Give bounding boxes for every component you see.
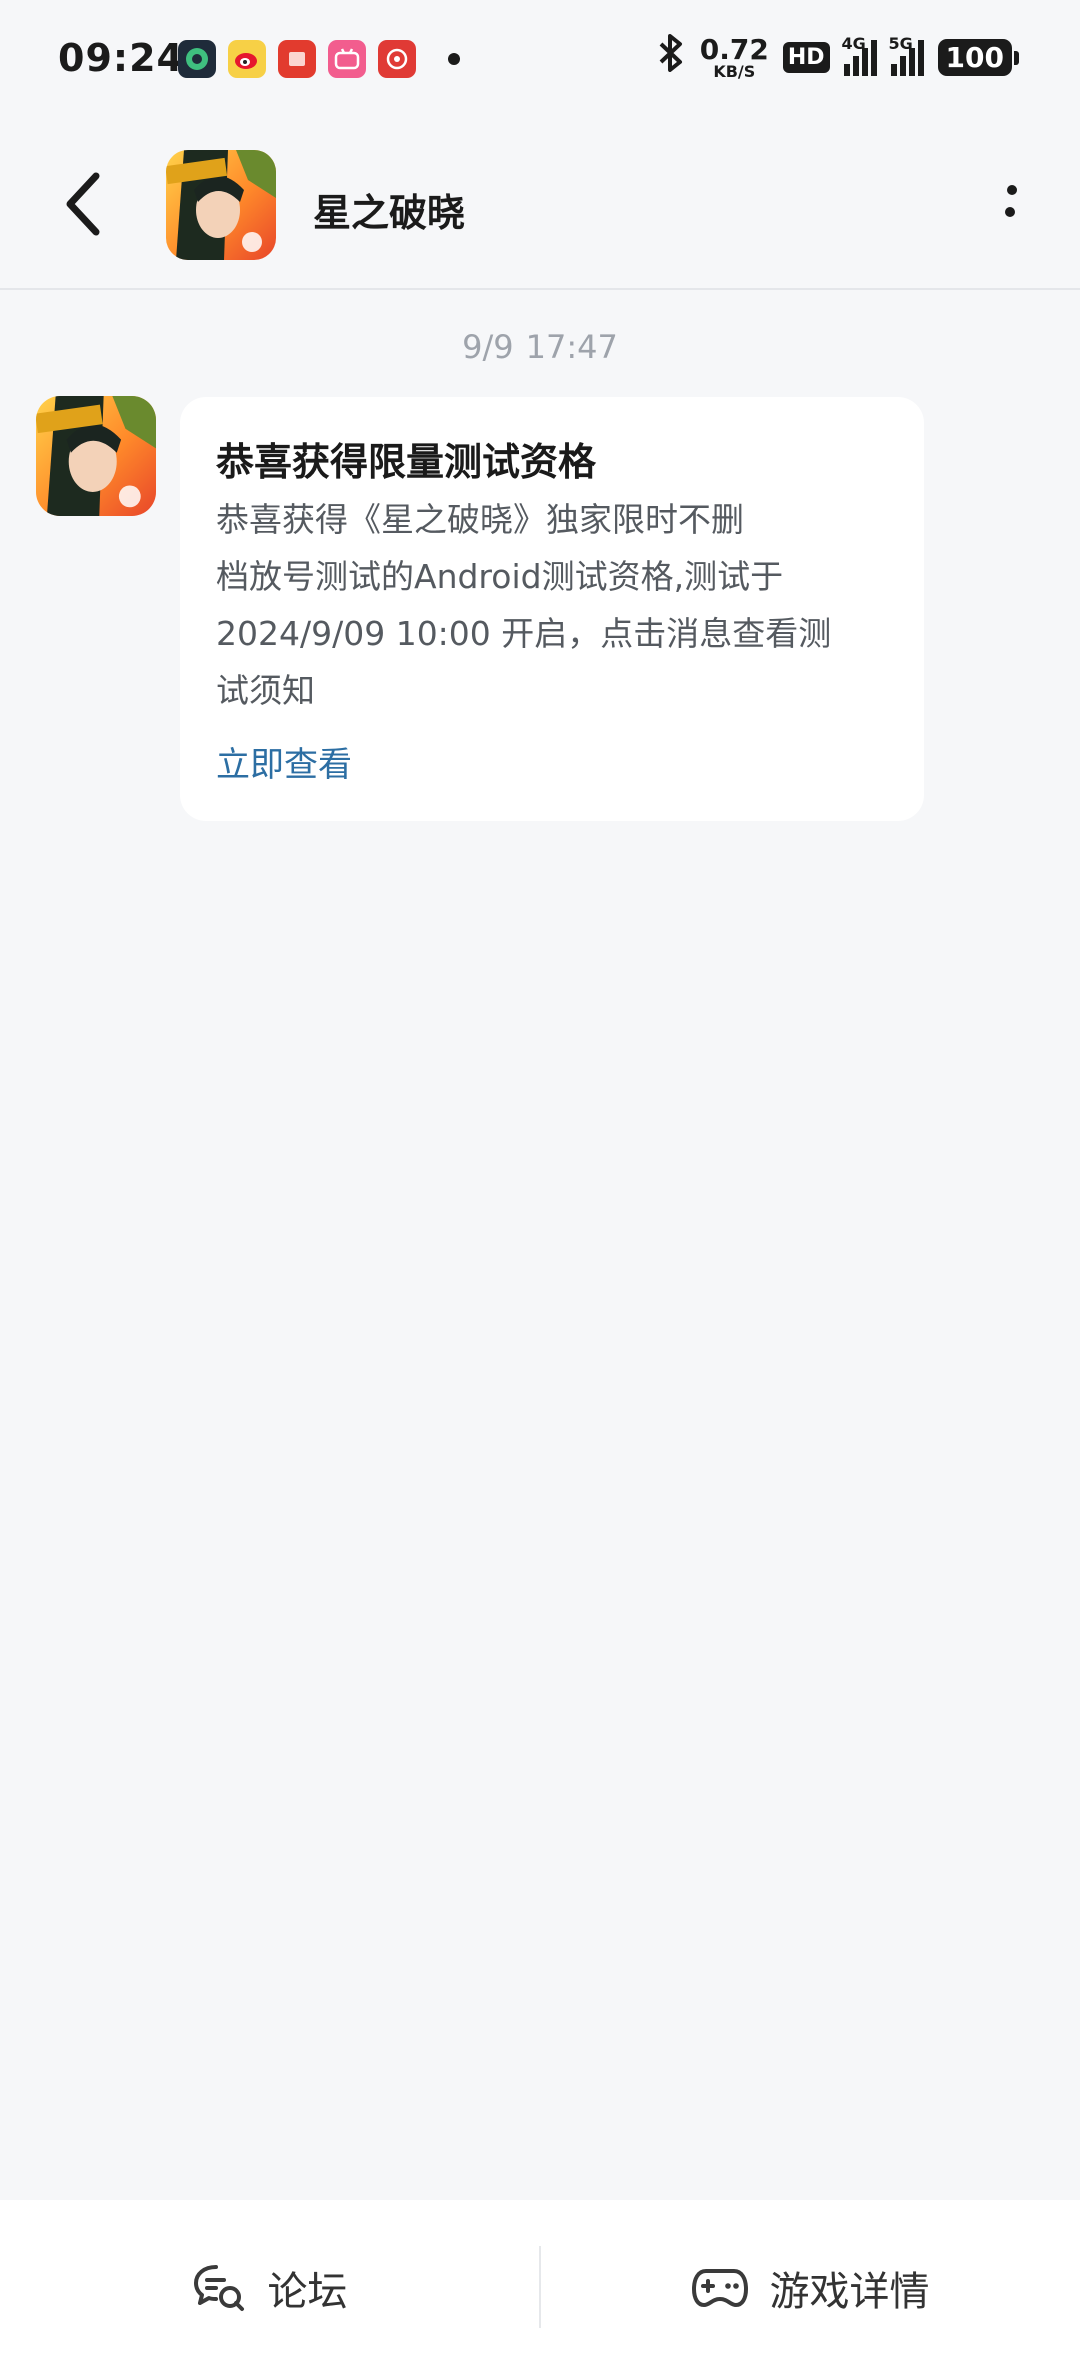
sim1-network-label: 4G <box>841 33 866 53</box>
status-bar: 09:24 0.72 KB/S HD 4G 5G 100 <box>0 0 1080 120</box>
more-vertical-icon <box>1005 185 1017 217</box>
bottom-bar: 论坛 游戏详情 <box>0 2200 1080 2376</box>
system-indicators: 0.72 KB/S HD 4G 5G 100 <box>656 32 1020 81</box>
signal-sim2-icon: 5G <box>889 34 924 76</box>
game-character-icon <box>36 396 156 516</box>
bluetooth-icon <box>656 34 686 81</box>
message-body-line: 2024/9/09 10:00 开启，点击消息查看测 <box>216 614 832 653</box>
back-button[interactable] <box>56 166 116 242</box>
game-character-icon <box>166 150 276 260</box>
forum-button[interactable]: 论坛 <box>0 2200 539 2376</box>
forum-label: 论坛 <box>267 2269 348 2315</box>
bilibili-icon <box>328 40 366 78</box>
message-body-line: 试须知 <box>216 671 315 710</box>
message-date: 9/9 <box>462 328 514 366</box>
game-details-label: 游戏详情 <box>769 2269 930 2315</box>
app-icon-3 <box>278 40 316 78</box>
network-speed: 0.72 KB/S <box>699 32 769 81</box>
message-card[interactable]: 恭喜获得限量测试资格 恭喜获得《星之破晓》独家限时不删 档放号测试的Androi… <box>180 397 924 821</box>
game-details-button[interactable]: 游戏详情 <box>541 2200 1080 2376</box>
notification-icons <box>178 40 460 78</box>
chat-title: 星之破晓 <box>313 191 466 235</box>
gamepad-icon <box>691 2269 748 2307</box>
message-title: 恭喜获得限量测试资格 <box>216 440 597 484</box>
battery-indicator: 100 <box>937 39 1020 76</box>
signal-sim1-icon: 4G <box>842 34 877 76</box>
message-body-line: 档放号测试的Android测试资格,测试于 <box>216 557 784 596</box>
app-icon-5 <box>378 40 416 78</box>
message-body-line: 恭喜获得《星之破晓》独家限时不删 <box>216 500 744 539</box>
game-avatar[interactable] <box>166 150 276 260</box>
forum-chat-icon <box>193 2265 244 2311</box>
weibo-icon <box>228 40 266 78</box>
status-time: 09:24 <box>58 36 184 80</box>
more-notifications-dot <box>448 53 460 65</box>
message-time: 17:47 <box>525 328 618 366</box>
hd-badge: HD <box>782 42 830 73</box>
back-arrow-icon <box>66 172 100 236</box>
network-speed-unit: KB/S <box>713 61 756 81</box>
message-body: 恭喜获得《星之破晓》独家限时不删 档放号测试的Android测试资格,测试于 2… <box>216 491 866 719</box>
more-options-button[interactable] <box>980 180 1040 230</box>
chat-header: 星之破晓 <box>0 120 1080 290</box>
view-now-link[interactable]: 立即查看 <box>216 737 352 786</box>
sender-avatar[interactable] <box>36 396 156 516</box>
app-icon-1 <box>178 40 216 78</box>
network-speed-value: 0.72 <box>699 32 769 66</box>
sim2-network-label: 5G <box>888 33 913 53</box>
message-timestamp: 9/9 17:47 <box>0 328 1080 366</box>
